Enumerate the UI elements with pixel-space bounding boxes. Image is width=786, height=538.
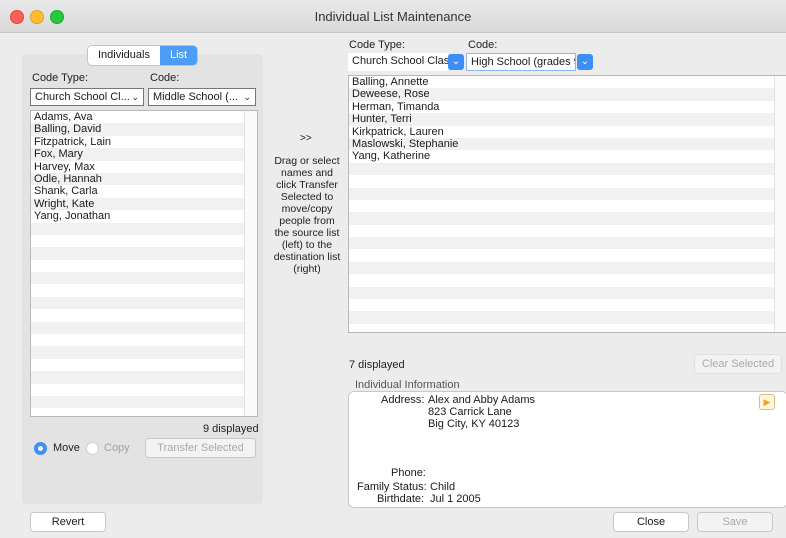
destination-empty-row (349, 286, 786, 300)
source-list-item[interactable]: Shank, Carla (31, 185, 257, 197)
family-status-value: Child (430, 481, 456, 493)
left-displayed-count: 9 displayed (203, 423, 259, 435)
destination-list[interactable]: Balling, Annette Deweese, Rose Herman, Tim… (348, 75, 786, 333)
left-code-type-value: Church School Cl... (35, 91, 130, 103)
source-empty-row (31, 222, 257, 235)
left-code-value: Middle School (... (153, 91, 238, 103)
window-title: Individual List Maintenance (314, 9, 472, 24)
source-empty-row (31, 296, 257, 310)
source-list-scrollbar[interactable] (244, 111, 257, 416)
tab-individuals[interactable]: Individuals (88, 46, 160, 65)
right-code-type-select[interactable]: Church School Class (348, 53, 448, 71)
destination-empty-row (349, 200, 786, 212)
chevron-down-icon: ⌄ (131, 92, 139, 102)
source-empty-row (31, 346, 257, 359)
destination-empty-row (349, 274, 786, 286)
transfer-selected-button[interactable]: Transfer Selected (145, 438, 256, 458)
source-empty-row (31, 334, 257, 346)
source-empty-row (31, 235, 257, 247)
right-code-value: High School (grades 9 (471, 56, 576, 68)
phone-label: Phone: (391, 467, 426, 479)
destination-list-item[interactable]: Balling, Annette (349, 76, 786, 88)
chevron-down-icon[interactable]: ⌄ (577, 54, 593, 70)
copy-label: Copy (104, 442, 130, 454)
transfer-arrow-label: >> (300, 133, 312, 144)
move-radio[interactable] (34, 442, 47, 455)
destination-empty-row (349, 311, 786, 324)
right-code-label: Code: (468, 39, 498, 51)
save-button[interactable]: Save (697, 512, 773, 532)
source-list-item[interactable]: Fox, Mary (31, 148, 257, 161)
left-code-label: Code: (150, 72, 180, 84)
clear-selected-button[interactable]: Clear Selected (694, 354, 782, 374)
family-status-label: Family Status: (357, 481, 427, 493)
destination-empty-row (349, 212, 786, 225)
source-empty-row (31, 260, 257, 272)
tab-list[interactable]: List (159, 46, 198, 65)
source-list-item[interactable]: Adams, Ava (31, 111, 257, 123)
source-list-item[interactable]: Wright, Kate (31, 197, 257, 211)
destination-list-item[interactable]: Herman, Timanda (349, 101, 786, 113)
destination-empty-row (349, 249, 786, 261)
destination-empty-row (349, 261, 786, 275)
instructions-text: Drag or select names and click Transfer … (273, 155, 341, 275)
play-icon[interactable]: ▶ (759, 394, 775, 410)
source-empty-row (31, 284, 257, 296)
destination-list-rows: Balling, Annette Deweese, Rose Herman, Tim… (349, 76, 786, 324)
left-code-type-select[interactable]: Church School Cl... ⌄ (30, 88, 144, 106)
destination-empty-row (349, 225, 786, 237)
right-code-type-value: Church School Class (352, 55, 448, 67)
revert-button[interactable]: Revert (30, 512, 106, 532)
source-list-item[interactable]: Balling, David (31, 123, 257, 136)
source-empty-row (31, 395, 257, 409)
destination-list-scrollbar[interactable] (774, 76, 786, 332)
address-line-3: Big City, KY 40123 (428, 418, 520, 430)
source-list-item[interactable]: Odle, Hannah (31, 172, 257, 186)
left-code-select[interactable]: Middle School (... ⌄ (148, 88, 256, 106)
close-button[interactable]: Close (613, 512, 689, 532)
chevron-down-icon: ⌄ (243, 92, 251, 102)
destination-empty-row (349, 299, 786, 311)
source-list-item[interactable]: Yang, Jonathan (31, 210, 257, 222)
destination-list-item[interactable]: Deweese, Rose (349, 88, 786, 101)
destination-list-item[interactable]: Hunter, Terri (349, 113, 786, 126)
source-list-item[interactable]: Harvey, Max (31, 161, 257, 173)
source-list[interactable]: Adams, Ava Balling, David Fitzpatrick, Lai… (30, 110, 258, 417)
destination-empty-row (349, 175, 786, 187)
address-line-2: 823 Carrick Lane (428, 406, 512, 418)
source-empty-row (31, 247, 257, 260)
source-empty-row (31, 272, 257, 285)
destination-empty-row (349, 237, 786, 250)
right-displayed-count: 7 displayed (349, 359, 405, 371)
individual-information-title: Individual Information (355, 379, 460, 391)
copy-radio[interactable] (86, 442, 99, 455)
source-list-item[interactable]: Fitzpatrick, Lain (31, 136, 257, 148)
source-empty-row (31, 359, 257, 371)
left-code-type-label: Code Type: (32, 72, 89, 84)
destination-empty-row (349, 162, 786, 176)
destination-list-item[interactable]: Kirkpatrick, Lauren (349, 126, 786, 138)
chevron-down-icon[interactable]: ⌄ (448, 54, 464, 70)
move-label: Move (53, 442, 80, 454)
right-code-select[interactable]: High School (grades 9 (466, 53, 576, 71)
destination-list-item[interactable]: Yang, Katherine (349, 150, 786, 162)
address-label: Address: (381, 394, 425, 406)
destination-list-item[interactable]: Maslowski, Stephanie (349, 137, 786, 151)
source-empty-row (31, 371, 257, 384)
destination-empty-row (349, 187, 786, 200)
right-code-type-label: Code Type: (349, 39, 406, 51)
address-line-1: Alex and Abby Adams (428, 394, 536, 406)
source-empty-row (31, 309, 257, 321)
birthdate-value: Jul 1 2005 (430, 493, 481, 505)
source-empty-row (31, 384, 257, 396)
source-empty-row (31, 321, 257, 335)
title-bar: Individual List Maintenance (0, 0, 786, 33)
view-tab-control: Individuals List (87, 45, 199, 66)
source-list-rows: Adams, Ava Balling, David Fitzpatrick, Lai… (31, 111, 257, 409)
birthdate-label: Birthdate: (377, 493, 425, 505)
